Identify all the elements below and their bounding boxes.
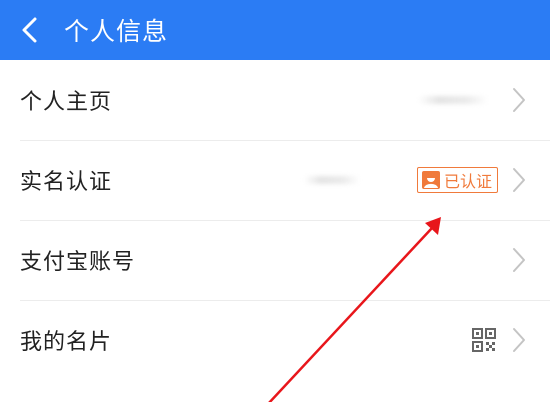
row-personal-homepage[interactable]: 个人主页 xyxy=(0,60,550,140)
page-title: 个人信息 xyxy=(64,17,169,46)
obscured-value xyxy=(304,176,360,184)
chevron-right-icon xyxy=(512,247,526,273)
chevron-right-icon xyxy=(512,327,526,353)
obscured-value xyxy=(418,96,488,104)
settings-list: 个人主页 实名认证 已认证 支付宝账号 我的名片 xyxy=(0,60,550,380)
top-nav-bar: 个人信息 xyxy=(0,0,550,60)
row-real-name-auth[interactable]: 实名认证 已认证 xyxy=(0,140,550,220)
badge-label: 已认证 xyxy=(443,172,492,191)
verified-badge: 已认证 xyxy=(416,167,498,193)
user-badge-icon xyxy=(421,170,441,190)
row-alipay-account[interactable]: 支付宝账号 xyxy=(0,220,550,300)
chevron-right-icon xyxy=(512,167,526,193)
row-label: 我的名片 xyxy=(20,330,113,355)
row-label: 支付宝账号 xyxy=(20,250,136,275)
chevron-right-icon xyxy=(512,87,526,113)
row-label: 实名认证 xyxy=(20,170,113,195)
back-button[interactable] xyxy=(0,0,58,60)
row-my-business-card[interactable]: 我的名片 xyxy=(0,300,550,380)
chevron-left-icon xyxy=(22,17,37,43)
row-label: 个人主页 xyxy=(20,90,113,115)
qr-code-icon[interactable] xyxy=(472,328,496,352)
